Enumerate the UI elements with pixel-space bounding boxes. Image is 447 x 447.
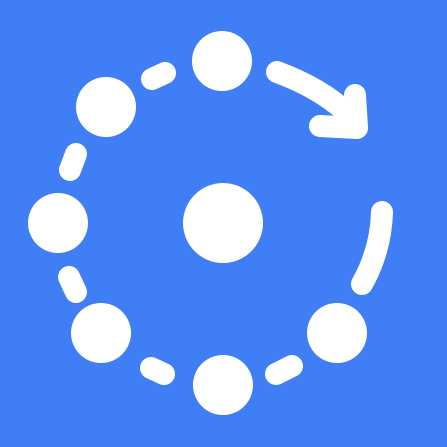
upper-left-dot (76, 77, 136, 137)
lower-left-dot (71, 303, 131, 363)
left-dot (28, 193, 88, 253)
center-dot (183, 183, 263, 263)
circular-dots-rotation-icon (0, 0, 447, 447)
lower-right-dot (307, 303, 367, 363)
bottom-dot (193, 355, 253, 415)
dash-bottom-right (265, 355, 303, 385)
dash-left-upper (59, 143, 87, 181)
app-icon (0, 0, 447, 447)
dash-top-left (141, 62, 176, 90)
dash-bottom-left (140, 357, 175, 385)
dash-left-lower (58, 266, 87, 303)
top-dot (192, 31, 252, 91)
